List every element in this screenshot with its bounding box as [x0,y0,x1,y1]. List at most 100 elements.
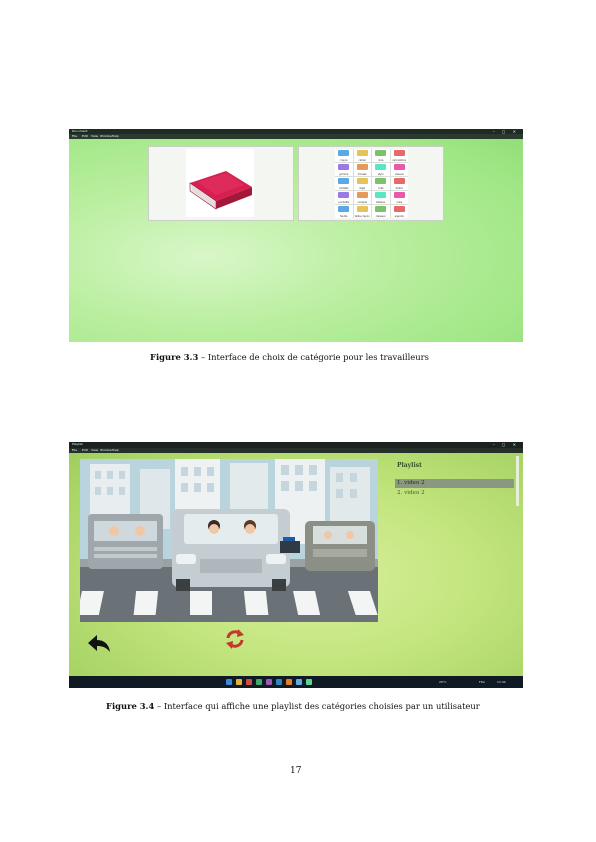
item-thumbnail-icon [393,206,405,212]
grid-cell-item[interactable]: taille-crayon [353,205,371,218]
item-thumbnail-icon [375,192,386,198]
item-thumbnail-icon [393,178,405,184]
item-thumbnail-icon [356,206,368,212]
menu-item-edit[interactable]: Edit [82,448,88,453]
item-thumbnail-icon [356,150,368,156]
item-thumbnail-icon [356,192,368,198]
grid-cell-item[interactable]: livre [372,149,390,162]
school-items-grid: crayon cahier livre calculatrice gomme trouss… [335,149,408,218]
item-thumbnail-icon [356,178,368,184]
playlist-title: Playlist [397,462,422,469]
grid-cell-item[interactable]: stylo [372,163,390,176]
grid-cell-label: gomme [339,173,349,176]
grid-cell-item[interactable]: ciseaux [390,163,408,176]
item-thumbnail-icon [375,206,386,212]
playlist-item[interactable]: 2. video 2 [395,489,514,498]
taskbar-app-icon[interactable] [296,679,302,685]
windows-taskbar: 26°C FRA 13:44 [69,676,523,688]
window-controls[interactable]: – ◻ ✕ [493,442,519,447]
grid-cell-item[interactable]: classeur [372,205,390,218]
grid-cell-label: compas [357,201,367,204]
grid-cell-item[interactable]: trousse [353,163,371,176]
back-arrow-icon[interactable] [87,634,111,654]
grid-cell-label: cahier [358,159,366,162]
menu-item-help[interactable]: Help [112,134,119,139]
language-indicator[interactable]: FRA [479,676,485,688]
item-thumbnail-icon [375,150,386,156]
grid-cell-item[interactable]: feutre [390,177,408,190]
item-thumbnail-icon [356,164,368,170]
grid-cell-item[interactable]: craie [390,191,408,204]
figure-3-4-screenshot: Playlist – ◻ ✕ File Edit View Window Hel… [69,442,523,688]
figure-3-4-caption: Figure 3.4 – Interface qui affiche une p… [106,701,480,711]
grid-cell-label: classeur [375,215,386,218]
playlist-item-selected[interactable]: 1. video 2 [395,479,514,488]
grid-cell-item[interactable]: gomme [335,163,353,176]
item-thumbnail-icon [338,164,349,170]
menu-bar: File Edit View Window Help [69,134,523,139]
item-thumbnail-icon [375,178,386,184]
grid-cell-item[interactable]: tableau [372,191,390,204]
menu-item-file[interactable]: File [72,448,77,453]
grid-cell-label: calculatrice [392,159,407,162]
clock[interactable]: 13:44 [497,676,506,688]
taskbar-app-icon[interactable] [276,679,282,685]
figure-3-3-caption: Figure 3.3 – Interface de choix de catég… [150,352,429,362]
grid-cell-label: feuille [340,215,348,218]
category-card-book[interactable] [148,146,294,221]
caption-text: – Interface de choix de catégorie pour l… [198,352,429,362]
menu-item-window[interactable]: Window [100,448,112,453]
grid-cell-item[interactable]: pochette [335,191,353,204]
item-thumbnail-icon [393,150,405,156]
video-player[interactable] [80,459,378,622]
grid-cell-label: trousse [357,173,367,176]
taskbar-app-icon[interactable] [266,679,272,685]
taskbar-app-icon[interactable] [306,679,312,685]
taskbar-app-icon[interactable] [256,679,262,685]
refresh-icon[interactable] [224,628,246,650]
cartoon-street-scene [80,459,378,622]
grid-cell-label: feutre [395,187,403,190]
weather-indicator[interactable]: 26°C [439,676,446,688]
grid-cell-label: règle [359,187,366,190]
category-card-school-items[interactable]: crayon cahier livre calculatrice gomme trouss… [298,146,444,221]
folder-icon[interactable] [236,679,242,685]
grid-cell-label: crayon [339,159,348,162]
menu-item-view[interactable]: View [91,448,98,453]
caption-text: – Interface qui affiche une playlist des… [154,701,480,711]
grid-cell-item[interactable]: agenda [390,205,408,218]
menu-item-edit[interactable]: Edit [82,134,88,139]
grid-cell-item[interactable]: crayon [335,149,353,162]
taskbar-app-icon[interactable] [286,679,292,685]
grid-cell-item[interactable]: compas [353,191,371,204]
menu-item-window[interactable]: Window [100,134,112,139]
grid-cell-item[interactable]: colle [372,177,390,190]
grid-cell-label: stylo [377,173,384,176]
playlist-panel: Playlist 1. video 2 2. video 2 [390,456,520,646]
grid-cell-label: colle [377,187,384,190]
grid-cell-label: livre [378,159,384,162]
taskbar-app-icon[interactable] [226,679,232,685]
playlist-scrollbar[interactable] [516,456,519,506]
book-icon [186,149,254,217]
taskbar-app-icon[interactable] [246,679,252,685]
page-number: 17 [290,766,302,776]
menu-item-file[interactable]: File [72,134,77,139]
grid-cell-label: cartable [338,187,349,190]
item-thumbnail-icon [338,150,349,156]
item-thumbnail-icon [338,192,349,198]
menu-item-help[interactable]: Help [112,448,119,453]
grid-cell-item[interactable]: règle [353,177,371,190]
item-thumbnail-icon [375,164,386,170]
figure-label: Figure 3.3 [150,352,199,362]
grid-cell-item[interactable]: feuille [335,205,353,218]
item-thumbnail-icon [393,164,405,170]
grid-cell-item[interactable]: cartable [335,177,353,190]
grid-cell-item[interactable]: cahier [353,149,371,162]
grid-cell-item[interactable]: calculatrice [390,149,408,162]
grid-cell-label: taille-crayon [354,215,370,218]
figure-label: Figure 3.4 [106,701,155,711]
menu-item-view[interactable]: View [91,134,98,139]
grid-cell-label: pochette [338,201,350,204]
grid-cell-label: agenda [394,215,404,218]
